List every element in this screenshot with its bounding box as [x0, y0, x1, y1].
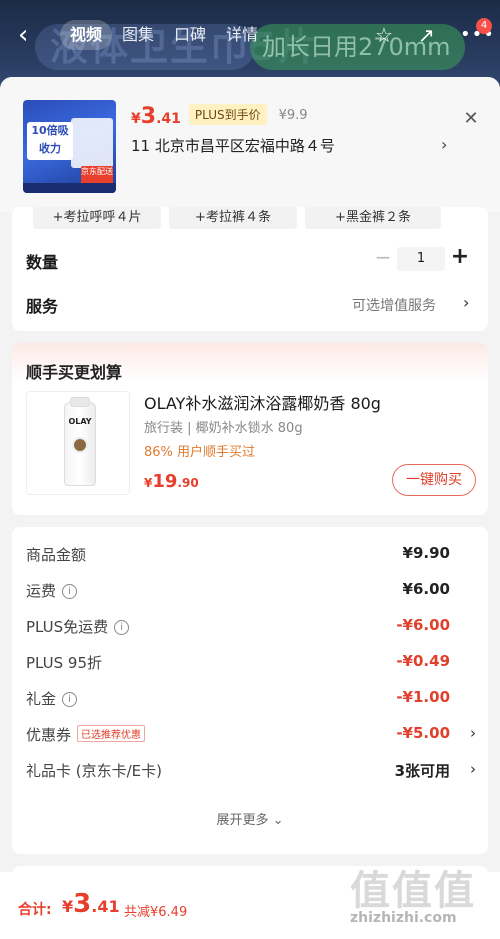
- add-on-price-integer: 19: [152, 471, 178, 492]
- tab-video[interactable]: 视频: [60, 20, 113, 50]
- favorite-star-icon[interactable]: ☆: [375, 22, 393, 48]
- watermark-text: zhizhizhi.com: [350, 910, 457, 926]
- detail-value: -¥0.49: [396, 652, 450, 670]
- detail-value: -¥6.00: [396, 616, 450, 634]
- price-detail-card: 商品金额 ¥9.90 运费 i ¥6.00 PLUS免运费 i -¥6.00 PLU…: [12, 527, 488, 854]
- quantity-label: 数量: [26, 253, 59, 272]
- total-integer: 3: [73, 889, 92, 919]
- detail-value: 3张可用: [394, 762, 450, 780]
- expand-more-label: 展开更多: [216, 813, 269, 828]
- bundle-chip[interactable]: +考拉裤４条: [169, 207, 297, 229]
- bundle-chip[interactable]: +黑金裤２条: [305, 207, 441, 229]
- bottle-logo: OLAY: [68, 417, 92, 426]
- add-on-spec: 旅行装 | 椰奶补水锁水 80g: [144, 421, 303, 436]
- top-nav: ‹ 视频 图集 口碑 详情 ☆ ↗ ••• 4: [0, 18, 500, 54]
- total-currency: ¥: [62, 897, 74, 916]
- detail-label: 礼金: [26, 690, 57, 708]
- bottle-image: OLAY: [64, 397, 96, 486]
- service-label: 服务: [26, 297, 59, 316]
- plus-price-tag: PLUS到手价: [188, 104, 267, 125]
- chevron-right-icon[interactable]: ›: [463, 293, 469, 312]
- quantity-input[interactable]: 1: [397, 247, 445, 271]
- tab-gallery[interactable]: 图集: [112, 20, 164, 50]
- share-icon[interactable]: ↗: [418, 22, 435, 48]
- price-decimal: .41: [156, 111, 181, 127]
- info-icon[interactable]: i: [62, 692, 78, 707]
- coupon-row[interactable]: 优惠券 已选推荐优惠 -¥5.00 ›: [26, 724, 476, 748]
- gift-card-row[interactable]: 礼品卡 (京东卡/E卡) 3张可用 ›: [26, 760, 476, 784]
- close-icon[interactable]: ✕: [459, 107, 483, 131]
- detail-row: PLUS 95折 -¥0.49: [26, 652, 476, 676]
- detail-label: 礼品卡 (京东卡/E卡): [26, 762, 163, 780]
- price-integer: 3: [140, 104, 157, 129]
- delivery-address[interactable]: 11 北京市昌平区宏福中路４号: [131, 135, 335, 156]
- add-on-price-decimal: .90: [177, 476, 199, 490]
- chevron-right-icon[interactable]: ›: [470, 724, 476, 742]
- quantity-plus-button[interactable]: +: [449, 244, 471, 269]
- price-currency: ¥: [131, 111, 141, 127]
- detail-row: PLUS免运费 i -¥6.00: [26, 616, 476, 640]
- total-decimal: .41: [91, 897, 120, 916]
- tab-reviews[interactable]: 口碑: [164, 20, 216, 50]
- detail-value: ¥9.90: [402, 544, 450, 562]
- detail-value: -¥5.00: [396, 724, 450, 742]
- total-savings: 共减¥6.49: [124, 905, 188, 920]
- detail-row: 商品金额 ¥9.90: [26, 544, 476, 568]
- options-card: +考拉呼呼４片 +考拉裤４条 +黑金裤２条 数量 − 1 + 服务 可选增值服务…: [12, 207, 488, 331]
- detail-value: -¥1.00: [396, 688, 450, 706]
- detail-label: 优惠券: [26, 726, 72, 744]
- service-value[interactable]: 可选增值服务: [352, 295, 436, 315]
- chevron-down-icon: ⌄: [272, 813, 284, 828]
- expand-more-button[interactable]: 展开更多 ⌄: [12, 809, 488, 828]
- chevron-right-icon[interactable]: ›: [470, 760, 476, 778]
- add-on-title: 顺手买更划算: [26, 363, 123, 382]
- bundle-chips: +考拉呼呼４片 +考拉裤４条 +黑金裤２条: [33, 207, 441, 229]
- original-price: ¥9.9: [278, 108, 308, 123]
- add-on-card: 顺手买更划算 OLAY OLAY补水滋润沐浴露椰奶香 80g 旅行装 | 椰奶补…: [12, 343, 488, 515]
- detail-label: PLUS免运费: [26, 618, 109, 636]
- back-icon[interactable]: ‹: [18, 20, 42, 50]
- detail-row: 礼金 i -¥1.00: [26, 688, 476, 712]
- info-icon[interactable]: i: [114, 620, 130, 635]
- detail-label: 运费: [26, 582, 57, 600]
- purchase-sheet: 10倍吸收力 京东配送 ¥ 3 .41 PLUS到手价 ¥9.9 11 北京市昌…: [0, 77, 500, 939]
- detail-row: 运费 i ¥6.00: [26, 580, 476, 604]
- quantity-minus-button[interactable]: −: [373, 245, 393, 269]
- add-on-image[interactable]: OLAY: [26, 391, 130, 495]
- tab-details[interactable]: 详情: [216, 20, 268, 50]
- detail-value: ¥6.00: [402, 580, 450, 598]
- add-on-popularity: 86% 用户顺手买过: [144, 445, 256, 460]
- total-label: 合计:: [18, 902, 52, 918]
- bundle-chip[interactable]: +考拉呼呼４片: [33, 207, 161, 229]
- total-price: ¥ 3 .41: [62, 889, 120, 919]
- info-icon[interactable]: i: [62, 584, 78, 599]
- add-on-price-currency: ¥: [144, 476, 153, 490]
- chevron-right-icon[interactable]: ›: [441, 135, 447, 154]
- media-tabs: 视频 图集 口碑 详情: [60, 20, 268, 50]
- watermark-logo: 值值值: [350, 868, 476, 914]
- product-thumbnail[interactable]: 10倍吸收力 京东配送: [23, 100, 116, 193]
- coupon-tag: 已选推荐优惠: [77, 725, 146, 742]
- add-on-price: ¥ 19 .90: [144, 471, 199, 492]
- product-price: ¥ 3 .41 PLUS到手价 ¥9.9: [131, 104, 308, 129]
- watermark: 值值值 zhizhizhi.com: [350, 858, 495, 938]
- detail-label: 商品金额: [26, 546, 87, 564]
- one-click-buy-button[interactable]: 一键购买: [392, 464, 476, 496]
- detail-label: PLUS 95折: [26, 654, 103, 672]
- product-summary: 10倍吸收力 京东配送 ¥ 3 .41 PLUS到手价 ¥9.9 11 北京市昌…: [0, 77, 500, 212]
- thumb-label: 10倍吸收力: [27, 122, 73, 160]
- notification-badge: 4: [476, 18, 492, 34]
- add-on-name[interactable]: OLAY补水滋润沐浴露椰奶香 80g: [144, 390, 381, 414]
